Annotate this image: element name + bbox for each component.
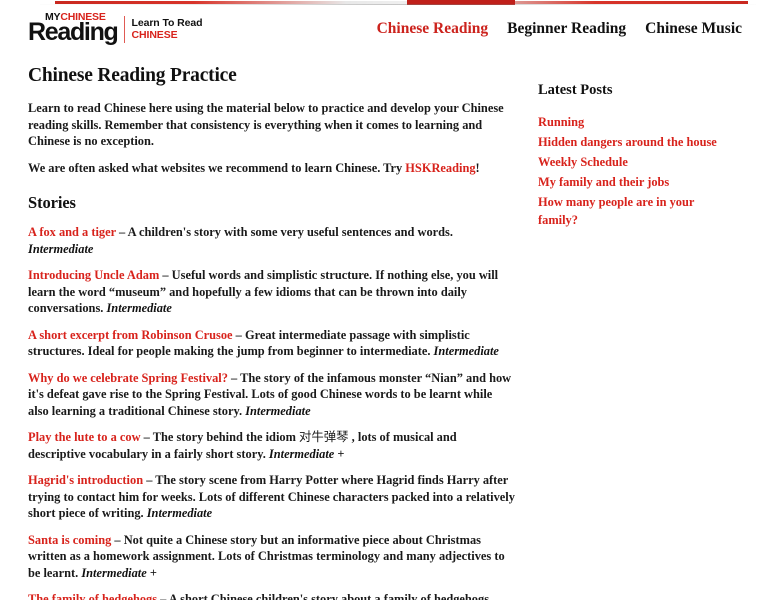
stories-heading: Stories (28, 193, 76, 212)
story-level-badge: Intermediate (28, 241, 94, 256)
story-link[interactable]: The family of hedgehogs (28, 592, 157, 600)
logo-divider (123, 16, 125, 43)
nav-item-beginner-reading[interactable]: Beginner Reading (507, 20, 626, 38)
sidebar: Latest Posts Running Hidden dangers aroun… (525, 52, 725, 600)
story-level-badge: Intermediate (146, 506, 213, 520)
story-link[interactable]: A short excerpt from Robinson Crusoe (28, 328, 233, 342)
main-content: Chinese Reading Practice Learn to read C… (28, 52, 525, 600)
story-level-badge: Intermediate (433, 344, 499, 358)
intro-2-suffix: ! (475, 160, 480, 175)
story-level-badge: Intermediate (81, 565, 147, 580)
site-header: MYCHINESE Reading Learn To Read CHINESE … (0, 5, 760, 52)
story-dash: – (232, 327, 245, 342)
story-entry: The family of hedgehogs – A short Chines… (28, 591, 515, 600)
story-level-badge: Intermediate (106, 301, 172, 315)
story-dash: – (140, 430, 153, 444)
story-entry: Play the lute to a cow – The story behin… (28, 429, 515, 462)
story-dash: – (111, 532, 124, 547)
logo-tagline-line2: CHINESE (131, 29, 178, 41)
story-link[interactable]: Play the lute to a cow (28, 430, 141, 444)
latest-post-item: Hidden dangers around the house (538, 133, 725, 151)
story-entry: Introducing Uncle Adam – Useful words an… (28, 267, 515, 317)
nav-item-chinese-music[interactable]: Chinese Music (645, 20, 742, 38)
latest-post-item: My family and their jobs (538, 173, 725, 191)
story-link[interactable]: Introducing Uncle Adam (28, 268, 159, 282)
logo-wordmark: MYCHINESE Reading (28, 10, 119, 45)
latest-post-link[interactable]: Weekly Schedule (538, 155, 628, 169)
story-dash: – (157, 592, 169, 600)
story-dash: – (227, 370, 241, 385)
story-dash: – (143, 473, 156, 487)
chinese-idiom: 对牛弹琴 (299, 429, 349, 444)
logo-chinese-text: CHINESE (60, 10, 106, 23)
latest-post-item: How many people are in your family? (538, 193, 725, 229)
page-body: Chinese Reading Practice Learn to read C… (0, 52, 760, 600)
intro-2-prefix: We are often asked what websites we reco… (28, 160, 406, 175)
page-title: Chinese Reading Practice (28, 65, 237, 86)
latest-post-item: Weekly Schedule (538, 153, 725, 171)
intro-paragraph-2: We are often asked what websites we reco… (28, 160, 515, 177)
story-link[interactable]: Santa is coming (28, 533, 111, 547)
story-entry: A fox and a tiger – A children's story w… (28, 224, 515, 257)
story-entry: Santa is coming – Not quite a Chinese st… (28, 532, 515, 582)
latest-post-link[interactable]: Hidden dangers around the house (538, 135, 717, 149)
latest-posts-list: Running Hidden dangers around the house We… (538, 113, 725, 229)
latest-posts-heading: Latest Posts (538, 82, 613, 98)
story-entry: A short excerpt from Robinson Crusoe – G… (28, 327, 515, 360)
logo-superscript: MYCHINESE (45, 10, 106, 23)
main-navigation: Chinese Reading Beginner Reading Chinese… (377, 20, 748, 38)
story-description: A short Chinese children's story about a… (168, 592, 493, 600)
latest-post-item: Running (538, 113, 725, 131)
hskreading-link[interactable]: HSKReading (405, 161, 475, 175)
story-level-badge: Intermediate (245, 403, 311, 418)
latest-post-link[interactable]: Running (538, 115, 584, 129)
nav-item-chinese-reading[interactable]: Chinese Reading (377, 20, 489, 38)
logo-my-text: MY (45, 10, 61, 23)
latest-post-link[interactable]: My family and their jobs (538, 175, 669, 189)
story-level-plus: + (334, 446, 345, 461)
stories-list: A fox and a tiger – A children's story w… (28, 224, 515, 600)
story-entry: Hagrid's introduction – The story scene … (28, 472, 515, 522)
logo-tagline: Learn To Read CHINESE (132, 15, 203, 42)
story-description: The story behind the idiom (152, 430, 300, 444)
story-description: A children's story with some very useful… (127, 225, 453, 239)
story-dash: – (115, 225, 128, 239)
story-link[interactable]: Why do we celebrate Spring Festival? (28, 371, 228, 385)
intro-paragraph-1: Learn to read Chinese here using the mat… (28, 101, 504, 148)
story-link[interactable]: A fox and a tiger (28, 225, 116, 239)
story-entry: Why do we celebrate Spring Festival? – T… (28, 370, 515, 420)
story-level-plus: + (146, 565, 157, 580)
story-link[interactable]: Hagrid's introduction (28, 473, 143, 487)
site-logo[interactable]: MYCHINESE Reading Learn To Read CHINESE (28, 10, 203, 46)
story-dash: – (159, 268, 172, 282)
latest-post-link[interactable]: How many people are in your family? (538, 195, 694, 227)
story-level-badge: Intermediate (268, 446, 335, 461)
